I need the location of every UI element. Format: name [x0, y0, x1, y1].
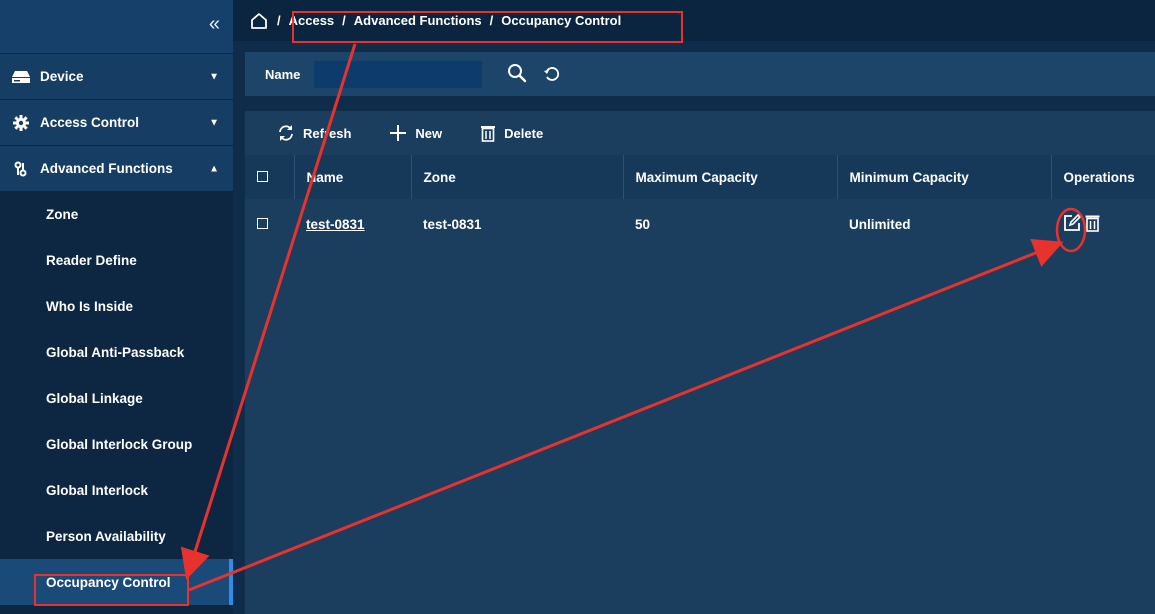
double-chevron-left-icon[interactable]: «	[209, 14, 220, 34]
sidebar-item-label: Who Is Inside	[46, 298, 134, 314]
column-header-operations: Operations	[1051, 155, 1155, 199]
sidebar-item-global-interlock[interactable]: Global Interlock	[0, 467, 233, 513]
sidebar-group-label: Advanced Functions	[40, 161, 173, 176]
breadcrumb-item-occupancy-control: Occupancy Control	[501, 13, 622, 28]
sidebar-group-label: Device	[40, 69, 84, 84]
column-header-maximum-capacity[interactable]: Maximum Capacity	[623, 155, 838, 199]
column-header-zone[interactable]: Zone	[411, 155, 624, 199]
sidebar: « Device ▼ Access Control ▼ Advanced Fun…	[0, 0, 233, 614]
gear-icon	[12, 114, 30, 131]
refresh-label: Refresh	[303, 125, 352, 141]
name-search-input[interactable]	[314, 60, 483, 88]
sidebar-item-person-availability[interactable]: Person Availability	[0, 513, 233, 559]
sidebar-item-who-is-inside[interactable]: Who Is Inside	[0, 283, 233, 329]
sidebar-item-label: Global Interlock Group	[46, 436, 193, 452]
breadcrumb: / Access / Advanced Functions / Occupanc…	[233, 0, 1155, 41]
new-button[interactable]: New	[389, 124, 442, 142]
occupancy-table: Name Zone Maximum Capacity Minimum Capac…	[245, 155, 1155, 249]
edit-icon[interactable]	[1063, 213, 1081, 232]
table-header-row: Name Zone Maximum Capacity Minimum Capac…	[245, 155, 1155, 199]
sidebar-item-label: Global Linkage	[46, 390, 143, 406]
sidebar-group-advanced-functions[interactable]: Advanced Functions ▲	[0, 145, 233, 191]
breadcrumb-item-advanced-functions[interactable]: Advanced Functions	[354, 13, 482, 28]
row-operations	[1051, 199, 1155, 249]
sidebar-item-global-linkage[interactable]: Global Linkage	[0, 375, 233, 421]
sidebar-item-reader-define[interactable]: Reader Define	[0, 237, 233, 283]
chevron-down-icon: ▼	[209, 117, 219, 128]
chevron-down-icon: ▼	[209, 71, 219, 82]
chevron-up-icon: ▲	[209, 163, 219, 174]
new-label: New	[415, 125, 443, 141]
sidebar-item-label: Reader Define	[46, 252, 137, 268]
sidebar-group-label: Access Control	[40, 115, 140, 130]
row-zone: test-0831	[423, 216, 482, 232]
sidebar-item-global-anti-passback[interactable]: Global Anti-Passback	[0, 329, 233, 375]
select-all-checkbox[interactable]	[257, 170, 268, 182]
sidebar-item-zone[interactable]: Zone	[0, 191, 233, 237]
refresh-button[interactable]: Refresh	[277, 124, 351, 142]
main-panel: Refresh New Delete Name Zone Maximum Cap…	[245, 111, 1155, 614]
breadcrumb-separator: /	[342, 13, 346, 28]
search-icon[interactable]	[506, 63, 528, 85]
sidebar-item-global-interlock-group[interactable]: Global Interlock Group	[0, 421, 233, 467]
breadcrumb-separator: /	[277, 13, 281, 28]
search-panel: Name	[245, 52, 1155, 96]
breadcrumb-separator: /	[489, 13, 494, 28]
sidebar-item-label: Zone	[46, 206, 79, 222]
delete-button[interactable]: Delete	[480, 124, 543, 142]
functions-icon	[12, 161, 30, 177]
device-icon	[12, 70, 30, 84]
sidebar-item-label: Global Anti-Passback	[46, 344, 185, 360]
row-checkbox[interactable]	[257, 217, 268, 229]
sidebar-item-label: Global Interlock	[46, 482, 149, 498]
sidebar-collapse-bar: «	[0, 0, 233, 53]
column-header-name[interactable]: Name	[294, 155, 412, 199]
row-name-link[interactable]: test-0831	[306, 217, 365, 232]
toolbar: Refresh New Delete	[245, 111, 1155, 155]
sidebar-group-access-control[interactable]: Access Control ▼	[0, 99, 233, 145]
plus-icon	[390, 125, 407, 141]
sidebar-item-label: Person Availability	[46, 528, 166, 544]
row-minimum-capacity: Unlimited	[849, 216, 911, 232]
refresh-icon	[279, 125, 293, 141]
sidebar-item-occupancy-control[interactable]: Occupancy Control	[0, 559, 233, 605]
reset-icon[interactable]	[542, 64, 562, 84]
row-select-cell	[245, 199, 294, 249]
table-row[interactable]: test-0831 test-0831 50 Unlimited	[245, 199, 1155, 249]
trash-icon[interactable]	[1085, 214, 1100, 232]
delete-label: Delete	[504, 125, 544, 141]
trash-icon	[481, 126, 496, 142]
breadcrumb-item-access[interactable]: Access	[289, 13, 335, 28]
column-header-minimum-capacity[interactable]: Minimum Capacity	[837, 155, 1052, 199]
sidebar-group-device[interactable]: Device ▼	[0, 53, 233, 99]
sidebar-item-label: Occupancy Control	[46, 574, 171, 590]
select-all-cell	[245, 155, 295, 199]
home-icon[interactable]	[249, 11, 269, 31]
search-label: Name	[265, 66, 301, 82]
row-maximum-capacity: 50	[635, 216, 651, 232]
